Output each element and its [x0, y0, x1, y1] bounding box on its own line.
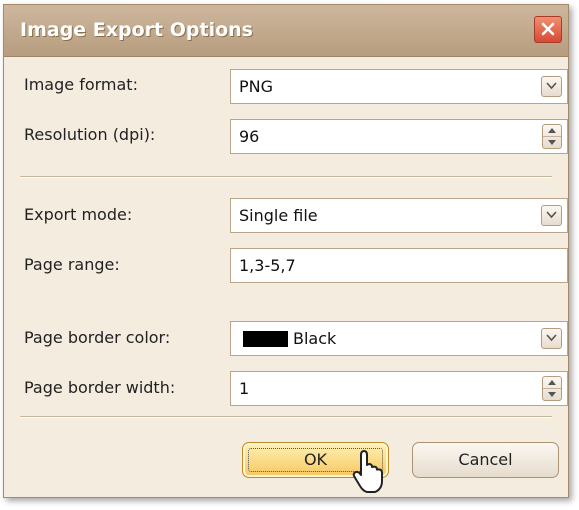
page-range-label: Page range: — [24, 255, 120, 274]
image-format-dropdown-button[interactable] — [541, 76, 562, 97]
chevron-down-icon — [546, 334, 557, 342]
title-bar[interactable]: Image Export Options — [4, 5, 568, 57]
export-mode-dropdown-button[interactable] — [541, 205, 562, 226]
resolution-spinner[interactable] — [542, 124, 562, 149]
image-export-options-dialog: Image Export Options Image format: PNG R… — [3, 4, 569, 498]
close-icon — [541, 22, 555, 36]
cancel-button-label: Cancel — [458, 450, 513, 469]
arrow-down-icon — [548, 140, 556, 145]
mouse-pointer-icon — [352, 450, 383, 493]
export-mode-label: Export mode: — [24, 205, 133, 224]
arrow-down-icon — [548, 392, 556, 397]
close-button[interactable] — [534, 16, 562, 43]
page-border-width-spinner[interactable] — [542, 376, 562, 401]
export-mode-value: Single file — [239, 206, 318, 225]
image-format-value: PNG — [239, 77, 274, 96]
resolution-value: 96 — [239, 127, 260, 146]
resolution-spin-edit[interactable]: 96 — [230, 119, 568, 154]
page-border-color-label: Page border color: — [24, 328, 171, 347]
page-range-value: 1,3-5,7 — [239, 256, 296, 275]
arrow-up-icon — [548, 380, 556, 385]
page-border-color-dropdown[interactable]: Black — [230, 321, 568, 356]
cancel-button[interactable]: Cancel — [412, 442, 559, 478]
page-border-width-label: Page border width: — [24, 378, 176, 397]
page-border-width-spin-edit[interactable]: 1 — [230, 371, 568, 406]
arrow-up-icon — [548, 128, 556, 133]
divider — [20, 416, 552, 418]
page-border-color-value: Black — [293, 329, 337, 348]
chevron-down-icon — [546, 82, 557, 90]
export-mode-dropdown[interactable]: Single file — [230, 198, 568, 233]
dialog-title: Image Export Options — [20, 19, 253, 41]
spin-up-button[interactable] — [543, 377, 561, 389]
page-border-color-dropdown-button[interactable] — [541, 328, 562, 349]
page-range-input[interactable]: 1,3-5,7 — [230, 248, 568, 283]
page-border-width-value: 1 — [239, 379, 250, 398]
spin-up-button[interactable] — [543, 125, 561, 137]
image-format-dropdown[interactable]: PNG — [230, 69, 568, 104]
image-format-label: Image format: — [24, 75, 138, 94]
spin-down-button[interactable] — [543, 137, 561, 148]
divider — [20, 176, 552, 178]
resolution-label: Resolution (dpi): — [24, 125, 156, 144]
color-swatch — [243, 331, 288, 347]
spin-down-button[interactable] — [543, 389, 561, 400]
chevron-down-icon — [546, 211, 557, 219]
